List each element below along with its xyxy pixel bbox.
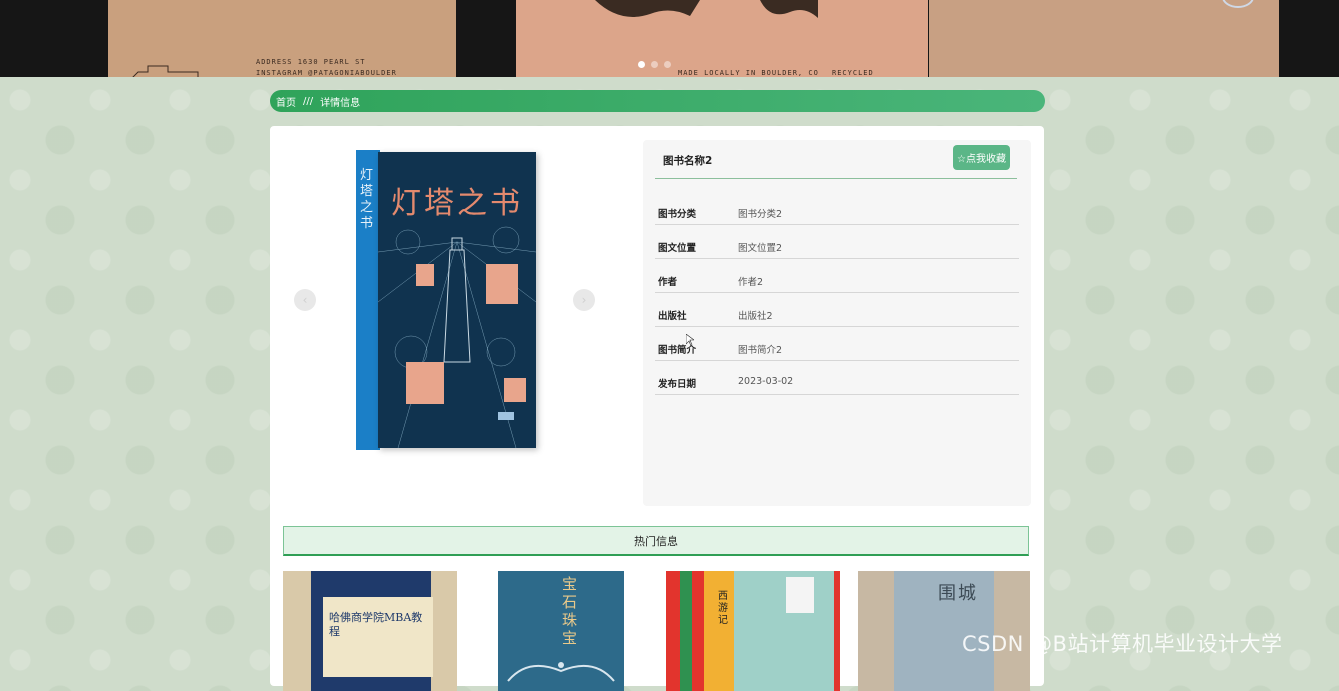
book-cover-front: 灯塔之书 bbox=[378, 152, 536, 448]
building-sketch-icon bbox=[132, 65, 199, 77]
info-label: 作者 bbox=[658, 277, 678, 288]
carousel-prev-button[interactable]: ‹ bbox=[294, 289, 316, 311]
breadcrumb-home-link[interactable]: 首页 bbox=[276, 94, 296, 109]
info-row: 出版社 出版社2 bbox=[655, 292, 1019, 327]
banner-slide-text: ADDRESS 1630 PEARL ST bbox=[256, 58, 366, 66]
chevron-left-icon: ‹ bbox=[302, 293, 308, 307]
banner-slide-image: ADDRESS 1630 PEARL ST INSTAGRAM @PATAGON… bbox=[108, 0, 456, 77]
info-value: 图书简介2 bbox=[738, 345, 783, 356]
ink-splash-icon bbox=[595, 0, 818, 18]
book-cover-spine: 灯塔之书 bbox=[356, 150, 380, 450]
breadcrumb-current: 详情信息 bbox=[320, 97, 361, 109]
carousel-indicators bbox=[638, 61, 671, 68]
mouse-cursor-icon bbox=[686, 334, 694, 346]
watermark-text: CSDN @B站计算机毕业设计大学 bbox=[962, 632, 1283, 656]
hot-book-thumbnail[interactable]: 宝石珠宝 bbox=[498, 571, 624, 691]
book-cover-spine-title: 灯塔之书 bbox=[360, 168, 374, 231]
book-info-header: 图书名称2 ☆点我收藏 bbox=[655, 140, 1017, 179]
hot-book-thumbnail[interactable]: 哈佛商学院MBA教程 bbox=[283, 571, 457, 691]
info-label: 出版社 bbox=[658, 311, 687, 322]
chevron-right-icon: › bbox=[581, 293, 587, 307]
info-value: 图文位置2 bbox=[738, 243, 783, 254]
banner-carousel[interactable]: ADDRESS 1630 PEARL ST INSTAGRAM @PATAGON… bbox=[0, 0, 1339, 77]
crown-illustration-icon bbox=[507, 662, 615, 682]
info-row: 作者 作者2 bbox=[655, 258, 1019, 293]
banner-slide-image bbox=[929, 0, 1279, 77]
banner-slide-text: INSTAGRAM @PATAGONIABOULDER bbox=[256, 69, 397, 77]
breadcrumb: 首页 /// 详情信息 bbox=[270, 90, 1045, 112]
hot-book-cover-text: 宝石珠宝 bbox=[562, 575, 578, 647]
hot-book-cover-text: 围城 bbox=[938, 583, 978, 604]
hot-book-cover-text: 西游记 bbox=[718, 591, 728, 626]
lighthouse-illustration-icon bbox=[378, 226, 536, 448]
info-row: 图文位置 图文位置2 bbox=[655, 224, 1019, 259]
carousel-dot[interactable] bbox=[638, 61, 645, 68]
carousel-next-button[interactable]: › bbox=[573, 289, 595, 311]
info-row: 图书简介 图书简介2 bbox=[655, 326, 1019, 361]
hot-book-thumbnail[interactable]: 西游记 bbox=[666, 571, 840, 691]
carousel-dot[interactable] bbox=[664, 61, 671, 68]
info-label: 发布日期 bbox=[658, 379, 697, 390]
carousel-dot[interactable] bbox=[651, 61, 658, 68]
info-value: 2023-03-02 bbox=[738, 376, 794, 387]
hot-info-title: 热门信息 bbox=[283, 526, 1029, 556]
book-info-panel: 图书名称2 ☆点我收藏 图书分类 图书分类2 图文位置 图文位置2 作者 作者2… bbox=[643, 140, 1031, 506]
info-row: 图书分类 图书分类2 bbox=[655, 190, 1019, 225]
info-value: 图书分类2 bbox=[738, 209, 783, 220]
breadcrumb-separator: /// bbox=[303, 95, 314, 107]
info-row: 发布日期 2023-03-02 bbox=[655, 360, 1019, 395]
info-label: 图书分类 bbox=[658, 209, 697, 220]
banner-slide-text: RECYCLED bbox=[832, 69, 874, 77]
hot-book-cover-text: 哈佛商学院MBA教程 bbox=[329, 611, 423, 638]
book-detail-card: ‹ 灯塔之书 灯塔之书 › 图书名称2 ☆点我收藏 图书分类 图书分类2 图文位… bbox=[270, 126, 1044, 691]
info-label: 图文位置 bbox=[658, 243, 697, 254]
book-name: 图书名称2 bbox=[663, 155, 713, 167]
info-value: 作者2 bbox=[738, 277, 764, 288]
info-value: 出版社2 bbox=[738, 311, 773, 322]
book-cover-image: 灯塔之书 灯塔之书 bbox=[356, 150, 536, 450]
banner-slide-text: MADE LOCALLY IN BOULDER, CO bbox=[678, 69, 819, 77]
favorite-button[interactable]: ☆点我收藏 bbox=[953, 145, 1010, 170]
